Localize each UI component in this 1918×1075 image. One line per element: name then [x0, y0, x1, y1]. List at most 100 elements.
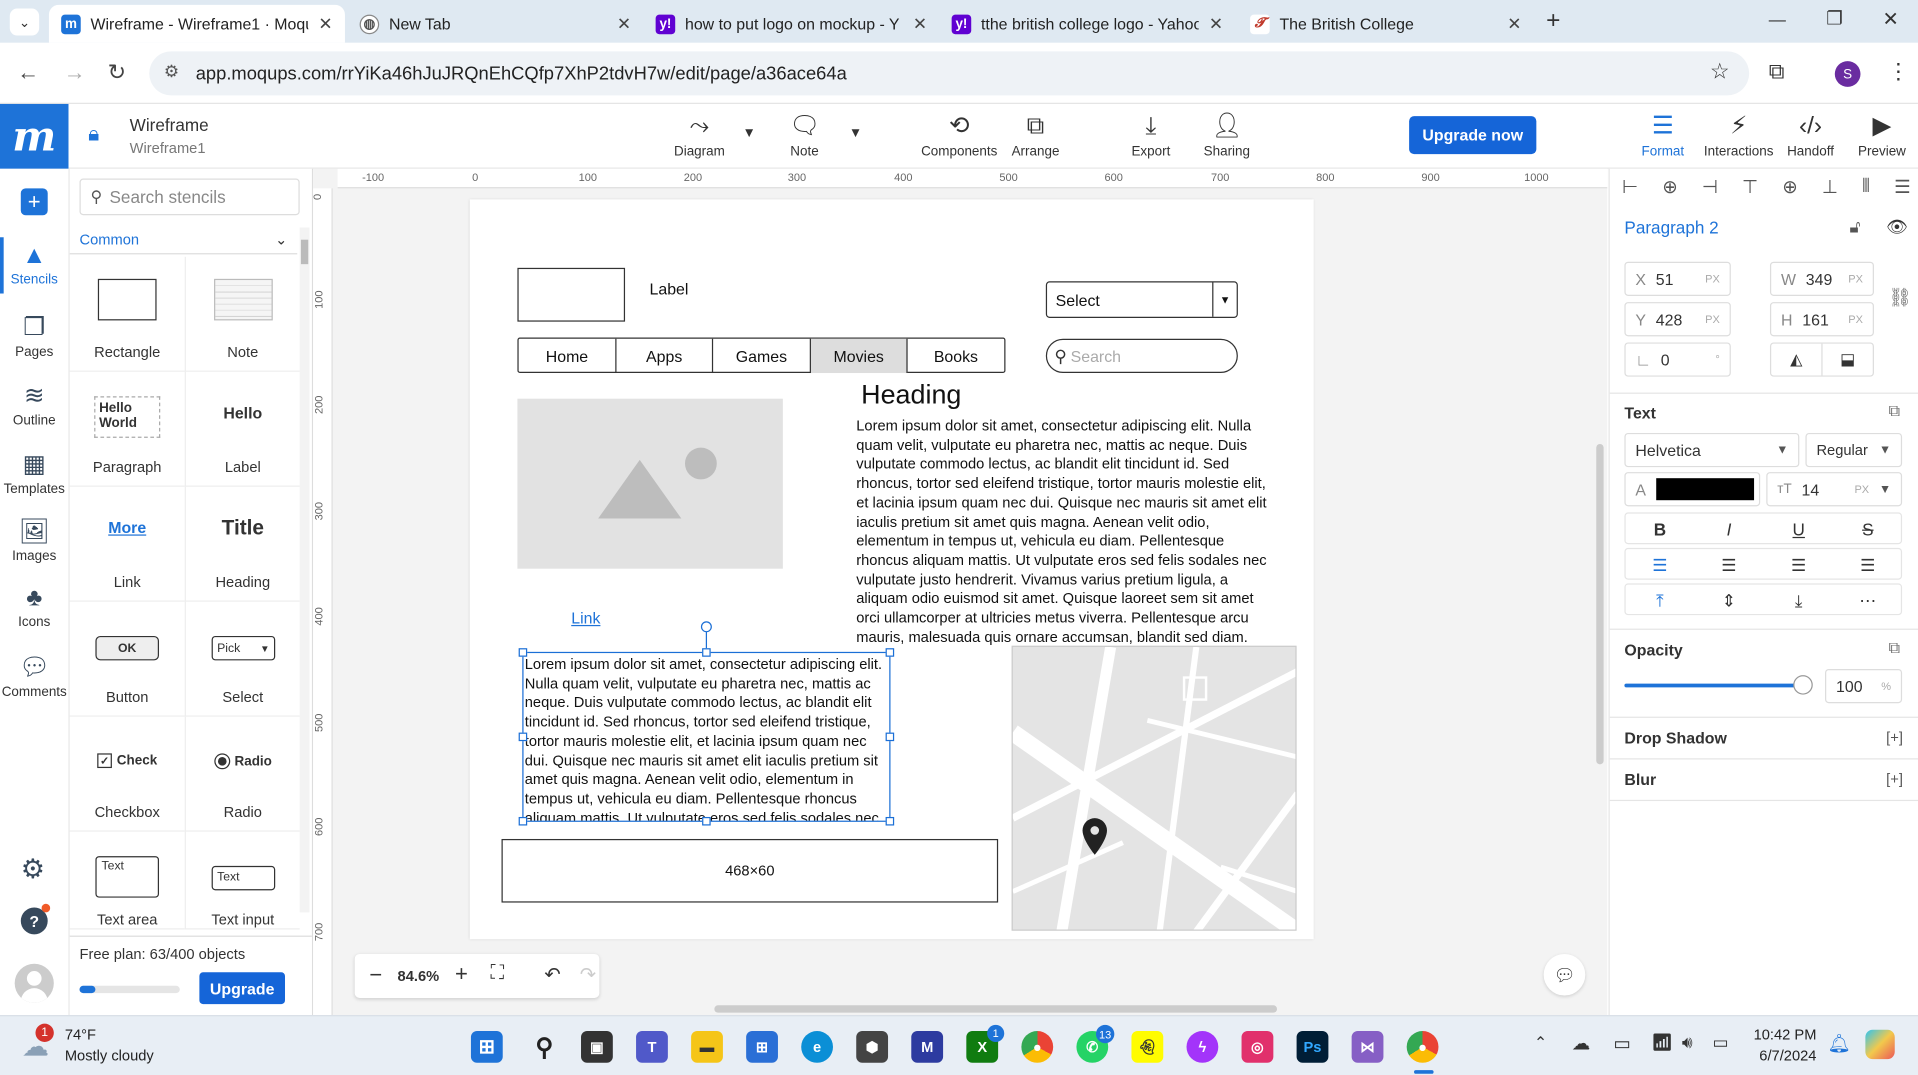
document-title[interactable]: Wireframe: [130, 115, 209, 135]
close-window-icon[interactable]: ✕: [1883, 7, 1899, 31]
width-field[interactable]: W 349 PX: [1769, 261, 1874, 296]
new-tab-icon[interactable]: +: [1546, 7, 1560, 35]
rotate-handle[interactable]: [700, 621, 712, 633]
edge-icon[interactable]: e: [801, 1030, 833, 1063]
rail-templates[interactable]: ▦ Templates: [0, 449, 68, 496]
rail-outline[interactable]: ≋ Outline: [0, 380, 68, 428]
opacity-field[interactable]: 100%: [1825, 668, 1903, 704]
arrange-button[interactable]: ⧉ Arrange: [1012, 111, 1060, 159]
undo-icon[interactable]: ↶: [544, 963, 560, 987]
minimize-icon[interactable]: —: [1769, 10, 1786, 30]
wire-image-placeholder[interactable]: [517, 398, 783, 569]
photoshop-icon[interactable]: Ps: [1296, 1030, 1329, 1063]
flip-horizontal-icon[interactable]: ◭: [1771, 343, 1823, 376]
flip-vertical-icon[interactable]: ⬓: [1823, 344, 1873, 376]
resize-handle-w[interactable]: [518, 732, 528, 742]
valign-middle-icon[interactable]: ⇕: [1694, 585, 1764, 617]
instagram-icon[interactable]: ◎: [1241, 1030, 1274, 1063]
resize-handle-n[interactable]: [702, 648, 711, 657]
opacity-slider[interactable]: [1624, 675, 1813, 695]
resize-handle-s[interactable]: [702, 816, 711, 826]
moqups-logo[interactable]: m: [0, 103, 69, 169]
scrollbar-thumb[interactable]: [300, 239, 309, 265]
rotation-field[interactable]: ∟ 0 °: [1624, 342, 1731, 377]
notification-bell-icon[interactable]: 🔔︎: [1827, 1032, 1850, 1054]
more-options-icon[interactable]: ⋯: [1834, 585, 1902, 617]
valign-top-icon[interactable]: ⤒: [1626, 585, 1694, 617]
stencil-text-area[interactable]: Text Text area: [69, 832, 185, 930]
wire-label[interactable]: Label: [650, 280, 689, 298]
redo-icon[interactable]: ↷: [580, 963, 596, 987]
align-center-icon[interactable]: ⊕: [1662, 176, 1677, 198]
underline-icon[interactable]: U: [1764, 514, 1834, 546]
weather-temperature[interactable]: 74°F: [65, 1026, 96, 1043]
microsoft-store-icon[interactable]: ⊞: [746, 1030, 778, 1063]
wire-tab-home[interactable]: Home: [519, 338, 617, 374]
tab-list-button[interactable]: ⌄: [9, 8, 40, 36]
export-button[interactable]: ⤓ Export: [1131, 111, 1170, 159]
rail-comments[interactable]: 💬︎ Comments: [0, 652, 68, 699]
align-left-icon[interactable]: ⊢: [1622, 176, 1638, 198]
components-button[interactable]: ⟲ Components: [921, 111, 997, 159]
stencil-select[interactable]: Pick ▼ Select: [184, 601, 300, 717]
cube-app-icon[interactable]: ⬢: [856, 1030, 889, 1063]
element-name[interactable]: Paragraph 2: [1624, 218, 1718, 238]
snapchat-icon[interactable]: 👻︎: [1131, 1030, 1164, 1063]
close-tab-icon[interactable]: ✕: [318, 13, 332, 34]
reload-icon[interactable]: ↻: [108, 60, 126, 86]
lock-icon[interactable]: 🔓︎: [1849, 216, 1860, 237]
font-weight-select[interactable]: Regular ▼: [1805, 432, 1903, 468]
profile-avatar[interactable]: S: [1834, 61, 1861, 87]
wire-select[interactable]: Select ▼: [1045, 281, 1238, 318]
chrome-icon[interactable]: ●: [1021, 1030, 1054, 1063]
align-right-icon[interactable]: ⊣: [1702, 176, 1718, 198]
stencil-link[interactable]: More Link: [69, 487, 185, 602]
url-field[interactable]: ⚙ app.moqups.com/rrYiKa46hJuJRQnEhCQfp7X…: [149, 51, 1750, 96]
wire-heading[interactable]: Heading: [861, 379, 961, 411]
text-color-swatch[interactable]: [1655, 478, 1755, 501]
italic-icon[interactable]: I: [1694, 514, 1764, 546]
copy-style-icon[interactable]: ⧉: [1889, 638, 1900, 658]
distribute-v-icon[interactable]: ☰: [1894, 176, 1910, 198]
stencil-text-input[interactable]: Text Text input: [184, 831, 300, 930]
bookmark-star-icon[interactable]: ☆: [1710, 59, 1730, 85]
resize-handle-sw[interactable]: [518, 816, 528, 826]
zoom-out-icon[interactable]: −: [369, 963, 382, 989]
messenger-icon[interactable]: ϟ: [1186, 1030, 1219, 1063]
resize-handle-se[interactable]: [885, 816, 895, 826]
distribute-h-icon[interactable]: ⫴: [1862, 176, 1870, 197]
x-field[interactable]: X 51 PX: [1624, 261, 1731, 296]
upgrade-now-button[interactable]: Upgrade now: [1409, 116, 1537, 155]
interactions-tab[interactable]: ⚡︎ Interactions: [1704, 111, 1774, 159]
sharing-button[interactable]: 👤︎ Sharing: [1204, 111, 1250, 159]
back-icon[interactable]: ←: [17, 60, 39, 86]
vertical-scrollbar[interactable]: [1596, 443, 1604, 765]
blur-section[interactable]: Blur: [1624, 770, 1656, 788]
file-explorer-icon[interactable]: ▬: [691, 1030, 723, 1063]
add-icon[interactable]: +: [20, 188, 48, 216]
page-name[interactable]: Wireframe1: [130, 139, 206, 156]
windows-start-icon[interactable]: ⊞: [470, 1030, 503, 1063]
wire-nav-tabs[interactable]: Home Apps Games Movies Books: [517, 337, 1006, 374]
search-icon[interactable]: ⚲: [528, 1031, 560, 1063]
close-tab-icon[interactable]: ✕: [1209, 13, 1223, 34]
stencil-button[interactable]: OK Button: [69, 602, 185, 717]
stencil-note[interactable]: Note: [184, 256, 300, 372]
preview-tab[interactable]: ▶ Preview: [1858, 111, 1906, 159]
y-field[interactable]: Y 428 PX: [1624, 302, 1731, 337]
upgrade-button[interactable]: Upgrade: [199, 972, 286, 1005]
close-tab-icon[interactable]: ✕: [617, 13, 631, 34]
browser-tab-new[interactable]: ◍ New Tab ✕: [347, 5, 643, 43]
stencil-rectangle[interactable]: Rectangle: [69, 257, 185, 372]
stencil-heading[interactable]: Title Heading: [184, 486, 300, 602]
add-drop-shadow-button[interactable]: [+]: [1886, 729, 1903, 746]
text-justify-icon[interactable]: ☰: [1834, 549, 1902, 581]
resize-handle-ne[interactable]: [885, 648, 895, 657]
browser-tab-yahoo-2[interactable]: y! tthe british college logo - Yahoo ✕: [939, 5, 1235, 43]
chevron-up-icon[interactable]: ⌃: [1534, 1033, 1547, 1053]
extensions-icon[interactable]: ⧉: [1769, 59, 1785, 85]
onedrive-icon[interactable]: ☁: [1572, 1032, 1590, 1054]
diagram-button[interactable]: ⤳ Diagram: [674, 111, 725, 159]
teams-icon[interactable]: T: [636, 1030, 668, 1063]
category-dropdown[interactable]: Common ⌄: [69, 225, 298, 255]
